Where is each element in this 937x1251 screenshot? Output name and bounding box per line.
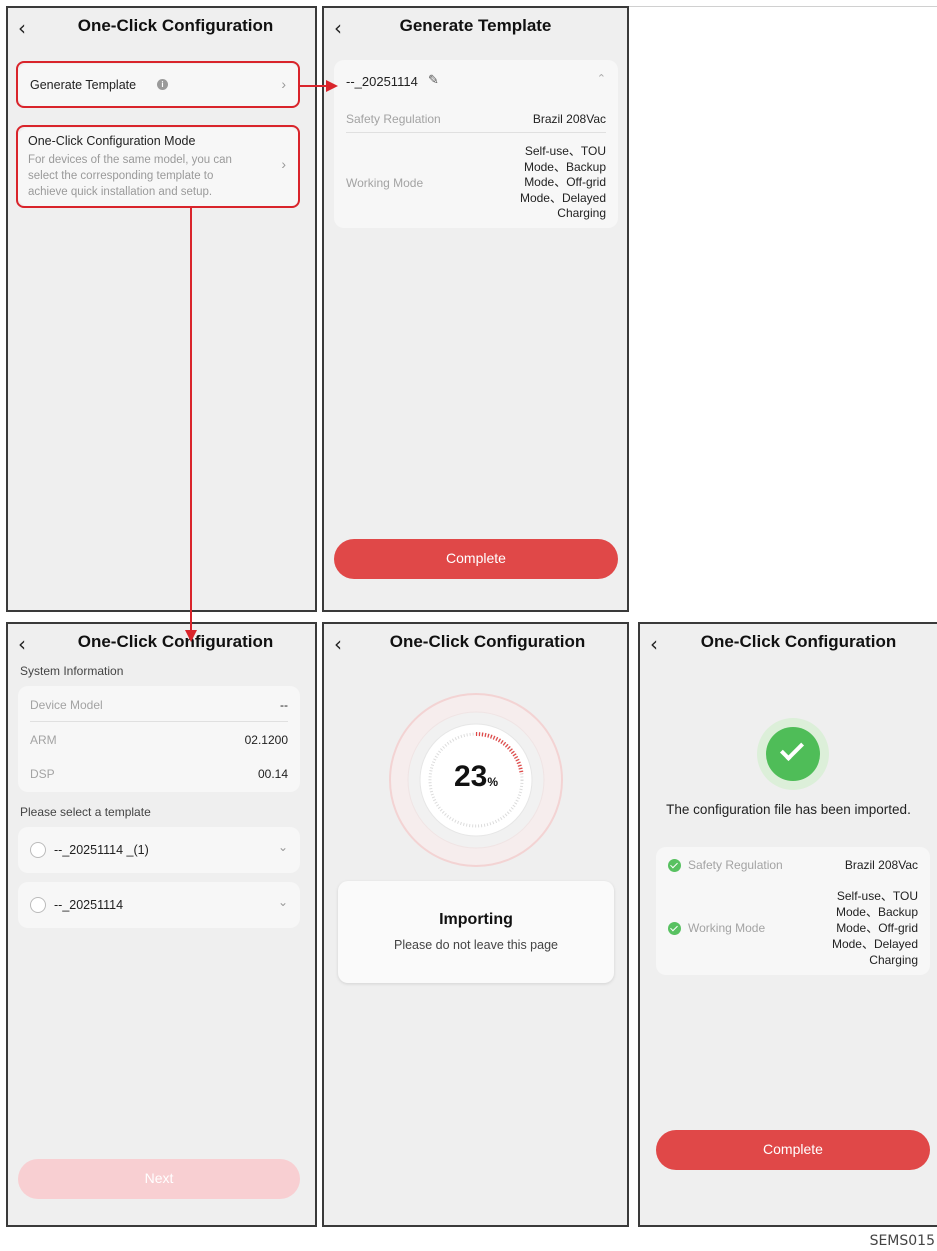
page-title: One-Click Configuration [389, 632, 586, 651]
arrow-head-down [185, 630, 197, 642]
arrow-to-generate-template [298, 85, 328, 87]
arm-label: ARM [30, 733, 57, 747]
radio-icon[interactable] [30, 842, 46, 858]
progress-readout: 23% [388, 760, 564, 794]
working-mode-line: Mode、Off-grid [836, 921, 918, 935]
highlight-generate-template [16, 61, 300, 108]
working-mode-value: Self-use、TOU Mode、Backup Mode、Off-grid M… [520, 144, 606, 222]
working-mode-line: Self-use、TOU [836, 889, 918, 903]
working-mode-line: Mode、Backup [835, 905, 918, 919]
select-template-label: Please select a template [20, 805, 151, 819]
back-arrow-icon[interactable]: ‹ [18, 16, 26, 40]
screen-import-success: ‹ One-Click Configuration The configurat… [638, 622, 937, 1227]
top-right-rule [629, 6, 937, 7]
page-title: One-Click Configuration [77, 16, 274, 35]
top-bar: ‹ Generate Template [324, 8, 627, 48]
working-mode-line: Self-use、TOU [524, 144, 606, 158]
template-name: --_20251114 [346, 74, 418, 89]
arm-row: ARM 02.1200 [30, 733, 288, 749]
divider [346, 132, 606, 133]
top-bar: ‹ One-Click Configuration [8, 624, 315, 664]
check-icon [668, 859, 681, 872]
success-check-icon [757, 718, 829, 790]
device-model-row: Device Model -- [30, 698, 288, 714]
dsp-row: DSP 00.14 [30, 767, 288, 783]
dsp-label: DSP [30, 767, 55, 781]
edit-pencil-icon[interactable]: ✎ [428, 72, 439, 88]
progress-number: 23 [453, 760, 488, 793]
progress-unit: % [487, 775, 499, 789]
top-bar: ‹ One-Click Configuration [8, 8, 315, 48]
screen-importing: ‹ One-Click Configuration 23% Importing … [322, 622, 629, 1227]
safety-regulation-value: Brazil 208Vac [532, 112, 606, 126]
imported-summary-card: Safety Regulation Brazil 208Vac Working … [656, 847, 930, 975]
device-model-value: -- [280, 698, 288, 712]
success-message: The configuration file has been imported… [666, 802, 911, 817]
complete-button[interactable]: Complete [656, 1130, 930, 1170]
importing-description: Please do not leave this page [393, 938, 558, 952]
page-title: One-Click Configuration [700, 632, 897, 651]
safety-regulation-row: Safety Regulation Brazil 208Vac [346, 112, 606, 128]
top-bar: ‹ One-Click Configuration [640, 624, 937, 664]
safety-regulation-value: Brazil 208Vac [844, 858, 918, 872]
arrow-head-right [326, 80, 338, 92]
working-mode-line: Charging [557, 206, 606, 220]
system-information-card: Device Model -- ARM 02.1200 DSP 00.14 [18, 686, 300, 792]
importing-title: Importing [439, 911, 513, 928]
page-title: One-Click Configuration [77, 632, 274, 651]
working-mode-label: Working Mode [688, 921, 766, 935]
working-mode-value: Self-use、TOU Mode、Backup Mode、Off-grid M… [832, 888, 918, 968]
screen-select-template: ‹ One-Click Configuration System Informa… [6, 622, 317, 1227]
back-arrow-icon[interactable]: ‹ [650, 632, 658, 656]
working-mode-label: Working Mode [346, 176, 424, 190]
working-mode-line: Mode、Off-grid [524, 175, 606, 189]
arm-value: 02.1200 [244, 733, 288, 747]
importing-card: Importing Please do not leave this page [338, 881, 614, 983]
template-option-label: --_20251114 [54, 898, 124, 912]
dsp-value: 00.14 [257, 767, 288, 781]
template-detail-card: --_20251114 ✎ ⌃ Safety Regulation Brazil… [334, 60, 618, 228]
screen-one-click-configuration-home: ‹ One-Click Configuration Generate Templ… [6, 6, 317, 612]
system-information-label: System Information [20, 664, 124, 678]
working-mode-line: Mode、Backup [523, 159, 606, 174]
working-mode-line: Charging [869, 953, 918, 967]
figure-code: SEMS015 [869, 1233, 935, 1249]
back-arrow-icon[interactable]: ‹ [334, 632, 342, 656]
working-mode-line: Mode、Delayed [519, 190, 606, 205]
chevron-down-icon[interactable]: ⌄ [278, 895, 288, 909]
divider [30, 721, 288, 722]
working-mode-line: Mode、Delayed [831, 937, 918, 951]
complete-button[interactable]: Complete [334, 539, 618, 579]
back-arrow-icon[interactable]: ‹ [18, 632, 26, 656]
safety-regulation-label: Safety Regulation [688, 858, 783, 872]
template-option[interactable]: --_20251114 _(1) ⌄ [18, 827, 300, 873]
highlight-one-click-mode [16, 125, 300, 208]
screen-generate-template: ‹ Generate Template --_20251114 ✎ ⌃ Safe… [322, 6, 629, 612]
device-model-label: Device Model [30, 698, 103, 712]
radio-icon[interactable] [30, 897, 46, 913]
safety-regulation-label: Safety Regulation [346, 112, 441, 126]
chevron-up-icon[interactable]: ⌃ [597, 72, 606, 85]
template-option-label: --_20251114 _(1) [54, 843, 149, 857]
chevron-down-icon[interactable]: ⌄ [278, 840, 288, 854]
top-bar: ‹ One-Click Configuration [324, 624, 627, 664]
arrow-to-select-template [190, 206, 192, 634]
check-icon [668, 922, 681, 935]
template-option[interactable]: --_20251114 ⌄ [18, 882, 300, 928]
page-title: Generate Template [399, 16, 552, 35]
next-button[interactable]: Next [18, 1159, 300, 1199]
